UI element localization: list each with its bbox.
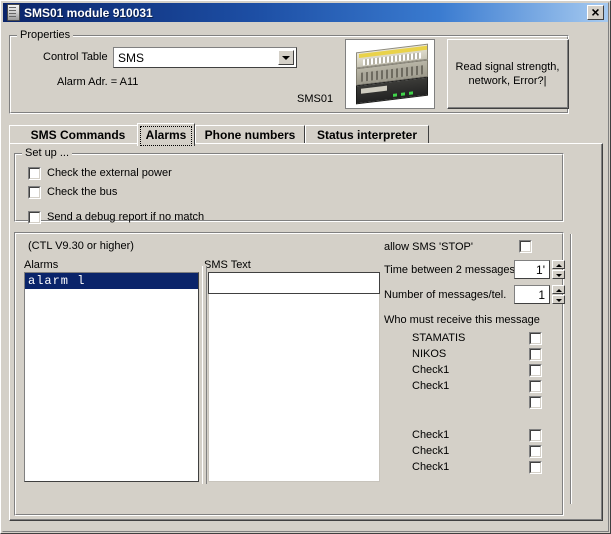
read-button-line2: network, Error?| <box>468 74 547 87</box>
recipient-name: Check1 <box>412 380 450 392</box>
module-caption: SMS01 <box>297 93 334 105</box>
recipient-checkbox[interactable] <box>529 396 542 409</box>
read-signal-strength-button-inner: Read signal strength, network, Error?| <box>448 40 568 108</box>
app-window: SMS01 module 910031 Properties Control T… <box>0 0 611 534</box>
stepper-down-icon[interactable] <box>552 295 565 304</box>
number-of-messages-label: Number of messages/tel. <box>384 289 507 301</box>
alarm-address-label: Alarm Adr. = A11 <box>57 76 139 88</box>
module-photo-body <box>356 43 428 107</box>
number-of-messages-value: 1 <box>538 288 545 302</box>
sms-text-panel <box>208 272 380 482</box>
module-photo-led <box>401 92 405 96</box>
checkbox-send-debug-report-label: Send a debug report if no match <box>47 211 205 223</box>
recipient-checkbox[interactable] <box>529 445 542 458</box>
checkbox-send-debug-report-box[interactable] <box>28 211 41 224</box>
recipient-row[interactable]: Check1 <box>384 362 559 378</box>
tab-phone-numbers-label: Phone numbers <box>204 128 296 142</box>
module-photo-led <box>393 93 397 97</box>
checkbox-check-external-power-label: Check the external power <box>47 167 172 179</box>
time-between-messages-label: Time between 2 messages <box>384 264 516 276</box>
time-between-messages-value: 1' <box>536 263 545 277</box>
setup-group-title: Set up ... <box>22 147 73 159</box>
window-title: SMS01 module 910031 <box>24 5 153 20</box>
recipient-name: Check1 <box>412 445 450 457</box>
properties-group-title: Properties <box>17 29 74 41</box>
control-table-value: SMS <box>118 51 145 65</box>
panel-splitter[interactable] <box>202 266 207 484</box>
checkbox-check-the-bus-box[interactable] <box>28 186 41 199</box>
module-photo <box>345 39 435 109</box>
recipient-row[interactable]: Check1 <box>384 378 559 394</box>
recipient-name: NIKOS <box>412 348 447 360</box>
tab-panel-alarms: Set up ... Check the external power Chec… <box>9 143 603 521</box>
tab-status-interpreter-label: Status interpreter <box>316 128 418 142</box>
recipient-row[interactable]: STAMATIS <box>384 330 559 346</box>
checkbox-check-the-bus[interactable]: Check the bus <box>28 186 117 199</box>
sms-text-label: SMS Text <box>204 259 251 271</box>
number-of-messages-input[interactable]: 1 <box>514 285 550 304</box>
list-item[interactable]: alarm l <box>25 273 198 289</box>
read-signal-strength-button[interactable]: Read signal strength, network, Error?| <box>447 39 569 109</box>
checkbox-check-external-power[interactable]: Check the external power <box>28 167 172 180</box>
alarms-detail-group: (CTL V9.30 or higher) Alarms SMS Text al… <box>14 226 572 516</box>
tab-sms-commands-label: SMS Commands <box>30 128 126 142</box>
recipient-row[interactable]: NIKOS <box>384 346 559 362</box>
control-table-combobox[interactable]: SMS <box>113 47 297 68</box>
tab-alarms-label: Alarms <box>145 128 187 142</box>
recipient-row[interactable]: Check1 <box>384 443 559 459</box>
checkbox-check-external-power-box[interactable] <box>28 167 41 180</box>
title-bar[interactable]: SMS01 module 910031 <box>3 3 608 22</box>
stepper-down-icon[interactable] <box>552 270 565 279</box>
recipients-title: Who must receive this message <box>384 314 540 326</box>
module-icon <box>7 4 20 21</box>
alarms-list-label: Alarms <box>24 259 59 271</box>
recipient-checkbox[interactable] <box>529 429 542 442</box>
recipient-checkbox[interactable] <box>529 348 542 361</box>
recipient-name: Check1 <box>412 364 450 376</box>
checkbox-send-debug-report[interactable]: Send a debug report if no match <box>28 211 204 224</box>
tab-alarms[interactable]: Alarms <box>137 123 195 146</box>
ctl-version-note: (CTL V9.30 or higher) <box>28 240 134 252</box>
module-photo-led <box>409 91 413 95</box>
number-of-messages-stepper[interactable] <box>552 285 565 304</box>
alarms-listbox[interactable]: alarm l <box>24 272 199 482</box>
stepper-up-icon[interactable] <box>552 285 565 294</box>
time-between-messages-input[interactable]: 1' <box>514 260 550 279</box>
tab-sms-commands[interactable]: SMS Commands <box>9 125 147 144</box>
read-button-line1: Read signal strength, <box>455 60 560 73</box>
checkbox-allow-sms-stop[interactable] <box>519 240 532 253</box>
tab-status-interpreter[interactable]: Status interpreter <box>305 125 429 144</box>
checkbox-check-the-bus-label: Check the bus <box>47 186 118 198</box>
recipient-checkbox[interactable] <box>529 461 542 474</box>
setup-group: Set up ... Check the external power Chec… <box>14 147 564 224</box>
control-table-label: Control Table <box>43 51 108 63</box>
time-between-messages-stepper[interactable] <box>552 260 565 279</box>
chevron-down-icon[interactable] <box>278 50 294 65</box>
recipient-checkbox[interactable] <box>529 364 542 377</box>
tab-phone-numbers[interactable]: Phone numbers <box>195 125 305 144</box>
recipient-name: Check1 <box>412 429 450 441</box>
recipient-row[interactable] <box>384 394 559 410</box>
tab-bar: SMS Commands Alarms Phone numbers Status… <box>9 123 603 146</box>
recipient-name: Check1 <box>412 461 450 473</box>
stepper-up-icon[interactable] <box>552 260 565 269</box>
close-button[interactable] <box>587 4 604 21</box>
recipient-row[interactable]: Check1 <box>384 459 559 475</box>
properties-group: Properties Control Table SMS Alarm Adr. … <box>9 29 569 114</box>
recipient-checkbox[interactable] <box>529 380 542 393</box>
panel-divider <box>570 234 572 504</box>
sms-text-input[interactable] <box>208 272 380 294</box>
recipient-row[interactable]: Check1 <box>384 427 559 443</box>
allow-sms-stop-label: allow SMS 'STOP' <box>384 241 473 253</box>
recipient-name: STAMATIS <box>412 332 466 344</box>
recipient-checkbox[interactable] <box>529 332 542 345</box>
module-photo-label-strip <box>361 85 387 94</box>
